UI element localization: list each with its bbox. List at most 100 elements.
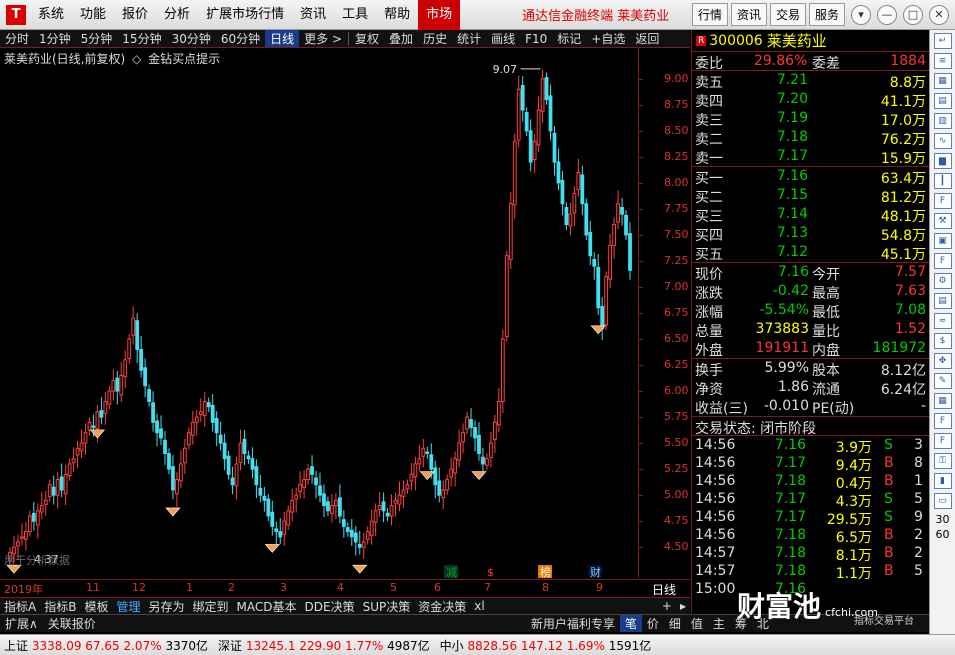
pen-icon[interactable]: ✎ [933, 373, 952, 389]
menu-quote[interactable]: 报价 [114, 0, 156, 30]
tool-stats[interactable]: 统计 [452, 30, 486, 47]
tool-add-watchlist[interactable]: +自选 [586, 30, 630, 47]
table2-icon[interactable]: ▦ [933, 393, 952, 409]
period-60min[interactable]: 60分钟 [216, 30, 265, 47]
dollar-icon[interactable]: $ [933, 333, 952, 349]
f6-icon[interactable]: F [933, 433, 952, 449]
bid-row[interactable]: 买二 7.15 81.2万 [692, 186, 929, 206]
grid-icon[interactable]: ▦ [933, 73, 952, 89]
tab-indicator-b[interactable]: 指标B [40, 598, 80, 615]
index-shanghai[interactable]: 上证 3338.09 67.65 2.07% 3370亿 [4, 637, 208, 654]
tab-macd[interactable]: MACD基本 [233, 598, 301, 615]
tab-main[interactable]: 主 [708, 615, 730, 632]
tab-template[interactable]: 模板 [80, 598, 112, 615]
period-30min[interactable]: 30分钟 [167, 30, 216, 47]
tab-detail[interactable]: 细 [664, 615, 686, 632]
list-icon[interactable]: ≡ [933, 53, 952, 69]
tab-xl[interactable]: xl [470, 599, 488, 613]
kline-chart[interactable]: 莱美药业(日线,前复权) ◇ 金钻买点提示 9.07 4.37 用于分析数据减 $ 榜财… [0, 48, 690, 597]
index-shenzhen[interactable]: 深证 13245.1 229.90 1.77% 4987亿 [218, 637, 430, 654]
box-icon[interactable]: ▭ [933, 493, 952, 509]
period-5min[interactable]: 5分钟 [76, 30, 118, 47]
f10-icon[interactable]: F [933, 193, 952, 209]
menu-extended-market[interactable]: 扩展市场行情 [198, 0, 292, 30]
tab-save-as[interactable]: 另存为 [144, 598, 188, 615]
period-timeshare[interactable]: 分时 [0, 30, 34, 47]
tab-value[interactable]: 值 [686, 615, 708, 632]
ask-row[interactable]: 卖三 7.19 17.0万 [692, 109, 929, 129]
margin-badge: R [696, 35, 707, 46]
tool-back[interactable]: 返回 [630, 30, 664, 47]
period-15min[interactable]: 15分钟 [117, 30, 166, 47]
period-daily[interactable]: 日线 [265, 30, 300, 47]
period-shortcut[interactable]: 30 [930, 513, 955, 526]
period-shortcut[interactable]: 60 [930, 528, 955, 541]
tab-indicator-a[interactable]: 指标A [0, 598, 40, 615]
dropdown-icon[interactable]: ▾ [851, 4, 871, 25]
tab-funds[interactable]: 资金决策 [414, 598, 470, 615]
candle-body [449, 468, 454, 478]
tab-sup[interactable]: SUP决策 [359, 598, 415, 615]
bid-row[interactable]: 买一 7.16 63.4万 [692, 167, 929, 187]
candle-icon[interactable]: ┃ [933, 173, 952, 189]
minimize-icon[interactable]: — [877, 4, 897, 25]
chart-icon[interactable]: ▆ [933, 153, 952, 169]
trade-button[interactable]: 交易 [769, 3, 806, 26]
book-icon[interactable]: ▤ [933, 293, 952, 309]
news-button[interactable]: 资讯 [730, 3, 767, 26]
f12-icon[interactable]: F [933, 253, 952, 269]
tab-manage[interactable]: 管理 [112, 598, 144, 615]
rsi-icon[interactable]: ≈ [933, 313, 952, 329]
bid-row[interactable]: 买五 7.12 45.1万 [692, 243, 929, 263]
cal-icon[interactable]: ▣ [933, 233, 952, 249]
add-indicator-button[interactable]: + [658, 599, 676, 613]
tab-related-quote[interactable]: 关联报价 [43, 615, 101, 632]
tab-extend[interactable]: 扩展∧ [0, 615, 43, 632]
tool-f10[interactable]: F10 [520, 32, 552, 46]
trend-icon[interactable]: ∿ [933, 133, 952, 149]
arrow-icon[interactable]: ↵ [933, 33, 952, 49]
index-sme[interactable]: 中小 8828.56 147.12 1.69% 1591亿 [440, 637, 652, 654]
tab-new-user[interactable]: 新用户福利专享 [526, 615, 620, 632]
table-icon[interactable]: ▥ [933, 113, 952, 129]
menu-help[interactable]: 帮助 [376, 0, 418, 30]
bid-row[interactable]: 买三 7.14 48.1万 [692, 205, 929, 225]
menu-news[interactable]: 资讯 [292, 0, 334, 30]
tool-mark[interactable]: 标记 [552, 30, 586, 47]
quote-button[interactable]: 行情 [691, 3, 728, 26]
menu-analysis[interactable]: 分析 [156, 0, 198, 30]
menu-system[interactable]: 系统 [30, 0, 72, 30]
tab-ticks[interactable]: 笔 [619, 615, 642, 632]
tool-icon[interactable]: ⚒ [933, 213, 952, 229]
ask-row[interactable]: 卖四 7.20 41.1万 [692, 90, 929, 110]
service-button[interactable]: 服务 [808, 3, 845, 26]
menu-market[interactable]: 市场 [418, 0, 461, 30]
grid2-icon[interactable]: ▤ [933, 93, 952, 109]
menu-function[interactable]: 功能 [72, 0, 114, 30]
x-tick-label: 8 [542, 581, 549, 594]
tool-adjust[interactable]: 复权 [350, 30, 384, 47]
move-icon[interactable]: ✥ [933, 353, 952, 369]
bid-row[interactable]: 买四 7.13 54.8万 [692, 224, 929, 244]
key-icon[interactable]: ⚿ [933, 453, 952, 469]
tab-bind-to[interactable]: 绑定到 [189, 598, 233, 615]
period-more[interactable]: 更多 > [299, 30, 347, 47]
ask-row[interactable]: 卖五 7.21 8.8万 [692, 71, 929, 91]
maximize-icon[interactable]: □ [903, 4, 923, 25]
tab-dde[interactable]: DDE决策 [301, 598, 359, 615]
tool-draw[interactable]: 画线 [486, 30, 520, 47]
ask-row[interactable]: 卖二 7.18 76.2万 [692, 128, 929, 148]
menu-tools[interactable]: 工具 [334, 0, 376, 30]
tab-price[interactable]: 价 [642, 615, 664, 632]
close-icon[interactable]: ✕ [929, 4, 949, 25]
ask-row[interactable]: 卖一 7.17 15.9万 [692, 147, 929, 167]
tool-overlay[interactable]: 叠加 [384, 30, 418, 47]
period-1min[interactable]: 1分钟 [34, 30, 76, 47]
f5-icon[interactable]: F [933, 413, 952, 429]
cog-icon[interactable]: ⚙ [933, 273, 952, 289]
tick-list[interactable]: 14:56 7.16 3.9万 S 3 14:56 7.17 9.4万 B 8 14… [692, 436, 929, 598]
tool-history[interactable]: 历史 [418, 30, 452, 47]
vol-icon[interactable]: ▮ [933, 473, 952, 489]
period-label: 日线 [652, 583, 677, 597]
more-indicator-button[interactable]: ▸ [676, 599, 690, 613]
